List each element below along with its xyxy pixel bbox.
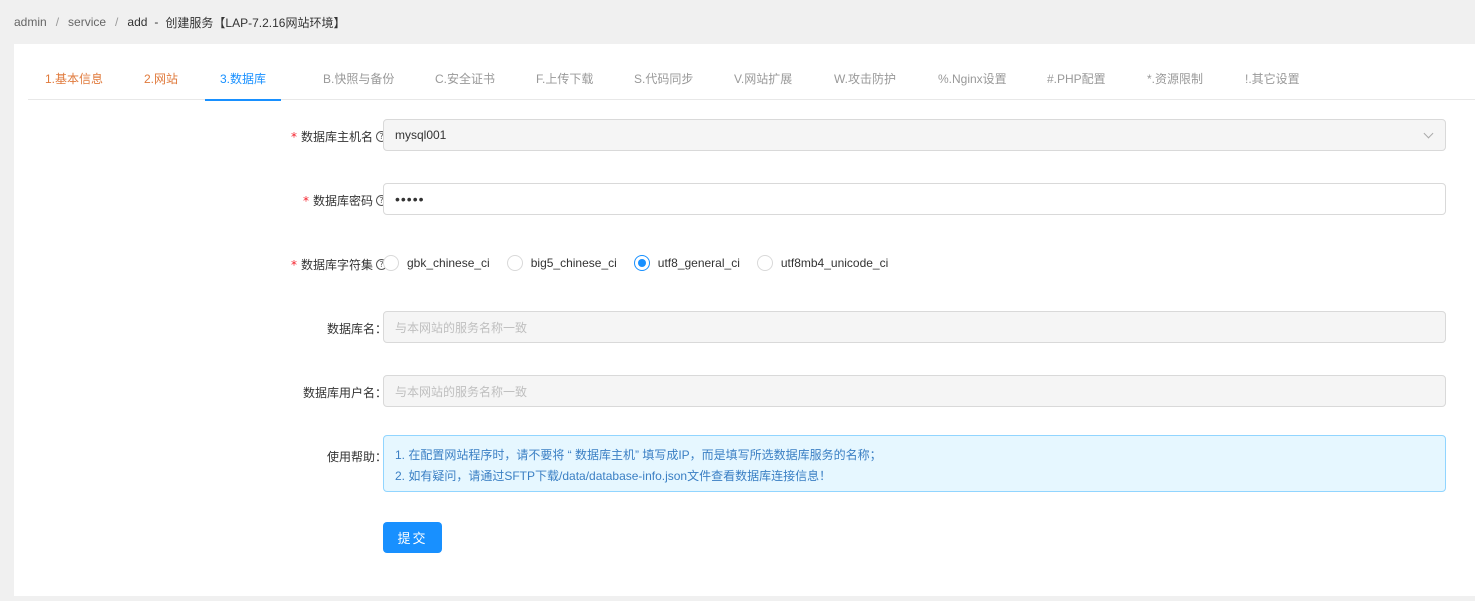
db-password-row: * 数据库密码 ? ••••• xyxy=(14,183,1475,215)
breadcrumb-separator: / xyxy=(55,15,60,29)
form-card: 1.基本信息 2.网站 3.数据库 B.快照与备份 C.安全证书 F.上传下载 … xyxy=(14,44,1475,596)
radio-utf8-general-ci[interactable]: utf8_general_ci xyxy=(633,255,740,271)
tab-code-sync[interactable]: S.代码同步 xyxy=(634,66,693,100)
tab-basic-info[interactable]: 1.基本信息 xyxy=(45,66,103,100)
tab-database[interactable]: 3.数据库 xyxy=(205,66,282,101)
radio-label: gbk_chinese_ci xyxy=(407,256,490,270)
tab-other-settings[interactable]: !.其它设置 xyxy=(1245,66,1300,100)
radio-circle[interactable] xyxy=(756,255,773,271)
db-name-placeholder: 与本网站的服务名称一致 xyxy=(395,320,528,335)
tab-website[interactable]: 2.网站 xyxy=(144,66,178,100)
db-name-row: 数据库名： 与本网站的服务名称一致 xyxy=(14,311,1475,343)
tab-nginx-settings[interactable]: %.Nginx设置 xyxy=(938,66,1007,100)
breadcrumb-item-add: add xyxy=(127,15,148,29)
tab-upload-download[interactable]: F.上传下载 xyxy=(536,66,593,100)
radio-circle[interactable] xyxy=(633,255,650,271)
breadcrumb: admin / service / add - 创建服务【LAP-7.2.16网… xyxy=(0,0,1475,44)
required-mark: * xyxy=(290,257,297,272)
radio-big5-chinese-ci[interactable]: big5_chinese_ci xyxy=(506,255,617,271)
help-alert: 1. 在配置网站程序时，请不要将 “ 数据库主机” 填写成IP，而是填写所选数据… xyxy=(383,435,1446,492)
db-host-select[interactable]: mysql001 xyxy=(383,119,1446,151)
db-charset-row: * 数据库字符集 ? gbk_chinese_ci big5_chinese_c… xyxy=(14,255,1475,273)
db-host-label-wrap: * 数据库主机名 ? xyxy=(291,128,387,145)
db-host-value: mysql001 xyxy=(395,128,447,142)
db-user-label: 数据库用户名： xyxy=(302,386,387,400)
radio-circle[interactable] xyxy=(506,255,523,271)
help-row: 使用帮助： 1. 在配置网站程序时，请不要将 “ 数据库主机” 填写成IP，而是… xyxy=(14,435,1475,492)
help-line-1: 1. 在配置网站程序时，请不要将 “ 数据库主机” 填写成IP，而是填写所选数据… xyxy=(395,448,882,462)
radio-label: utf8mb4_unicode_ci xyxy=(780,256,889,270)
radio-utf8mb4-unicode-ci[interactable]: utf8mb4_unicode_ci xyxy=(756,255,889,271)
required-mark: * xyxy=(290,129,297,144)
chevron-down-icon xyxy=(1423,128,1434,139)
radio-gbk-chinese-ci[interactable]: gbk_chinese_ci xyxy=(383,255,490,271)
radio-label: big5_chinese_ci xyxy=(530,256,617,270)
breadcrumb-title-separator: - xyxy=(154,15,159,29)
tab-site-extension[interactable]: V.网站扩展 xyxy=(734,66,792,100)
db-name-input[interactable]: 与本网站的服务名称一致 xyxy=(383,311,1446,343)
radio-circle[interactable] xyxy=(383,255,399,271)
db-user-input[interactable]: 与本网站的服务名称一致 xyxy=(383,375,1446,407)
help-line-2: 2. 如有疑问，请通过SFTP下载/data/database-info.jso… xyxy=(395,469,832,483)
required-mark: * xyxy=(302,193,309,208)
page-title: 创建服务【LAP-7.2.16网站环境】 xyxy=(165,15,346,30)
db-password-value: ••••• xyxy=(395,191,425,207)
breadcrumb-separator: / xyxy=(115,15,119,29)
tab-attack-protection[interactable]: W.攻击防护 xyxy=(834,66,896,100)
db-password-input[interactable]: ••••• xyxy=(383,183,1446,215)
db-user-placeholder: 与本网站的服务名称一致 xyxy=(395,384,528,399)
db-host-row: * 数据库主机名 ? mysql001 xyxy=(14,119,1475,151)
breadcrumb-item-service[interactable]: service xyxy=(68,15,106,29)
tab-ssl-cert[interactable]: C.安全证书 xyxy=(435,66,495,100)
db-password-label-wrap: * 数据库密码 ? xyxy=(303,192,387,209)
tab-resource-limits[interactable]: *.资源限制 xyxy=(1147,66,1203,100)
step-tabs: 1.基本信息 2.网站 3.数据库 B.快照与备份 C.安全证书 F.上传下载 … xyxy=(28,66,1475,101)
submit-button[interactable]: 提交 xyxy=(383,522,442,553)
db-host-label: 数据库主机名 xyxy=(300,130,373,144)
breadcrumb-item-admin[interactable]: admin xyxy=(14,15,47,29)
db-user-row: 数据库用户名： 与本网站的服务名称一致 xyxy=(14,375,1475,407)
tab-snapshot-backup[interactable]: B.快照与备份 xyxy=(323,66,394,100)
db-password-label: 数据库密码 xyxy=(312,194,373,208)
help-label: 使用帮助： xyxy=(326,450,387,464)
db-name-label: 数据库名： xyxy=(326,322,387,336)
db-charset-label: 数据库字符集 xyxy=(300,258,373,272)
radio-label: utf8_general_ci xyxy=(657,256,740,270)
db-charset-radio-group: gbk_chinese_ci big5_chinese_ci utf8_gene… xyxy=(383,255,905,271)
db-charset-label-wrap: * 数据库字符集 ? xyxy=(291,256,387,273)
tab-php-config[interactable]: #.PHP配置 xyxy=(1047,66,1106,100)
